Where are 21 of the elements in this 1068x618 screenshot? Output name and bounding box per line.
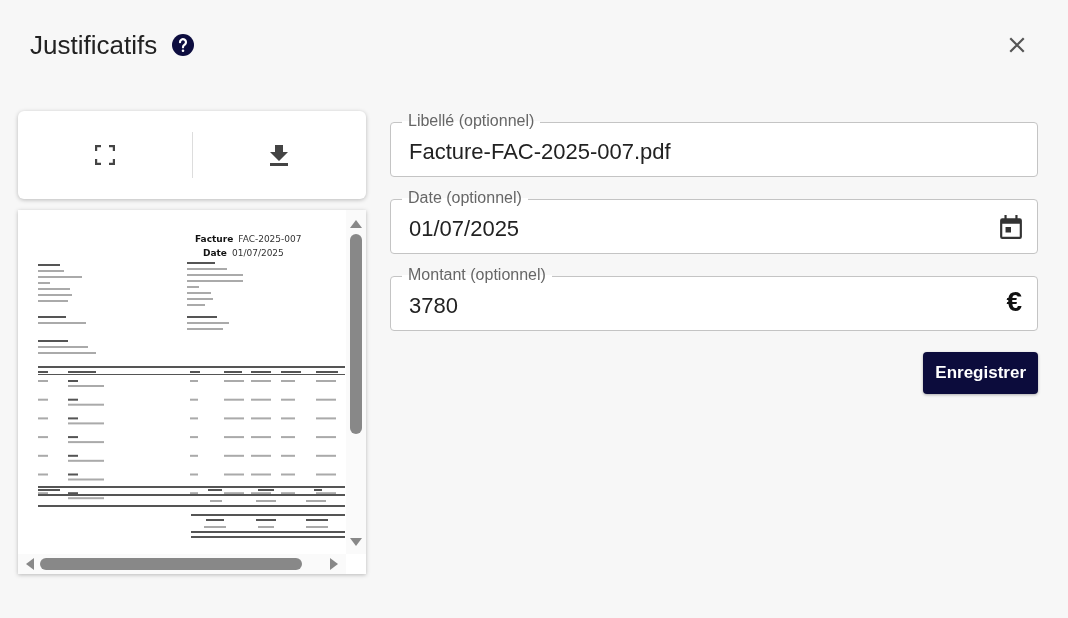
invoice-heading-label: Date: [203, 248, 227, 258]
dialog-title: Justificatifs: [30, 29, 158, 61]
save-button[interactable]: Enregistrer: [923, 352, 1038, 394]
currency-symbol: €: [1006, 286, 1022, 318]
scroll-down-icon[interactable]: [350, 538, 362, 546]
invoice-heading-value: FAC-2025-007: [238, 234, 302, 244]
horizontal-scrollbar[interactable]: [18, 554, 346, 574]
close-icon: [1008, 36, 1026, 54]
invoice-heading-label: Facture: [195, 234, 234, 244]
field-label: Montant (optionnel): [402, 266, 552, 284]
scroll-right-icon[interactable]: [330, 558, 338, 570]
help-icon[interactable]: [171, 33, 196, 57]
invoice-heading-value: 01/07/2025: [231, 248, 284, 258]
vertical-scrollbar[interactable]: [346, 210, 366, 554]
fullscreen-icon: [94, 145, 115, 165]
field-label: Libellé (optionnel): [402, 112, 541, 130]
scroll-left-icon[interactable]: [26, 558, 34, 570]
field-label: Date (optionnel): [402, 189, 528, 207]
scroll-up-icon[interactable]: [350, 220, 362, 228]
download-icon: [269, 144, 290, 166]
calendar-icon[interactable]: [1000, 215, 1022, 239]
